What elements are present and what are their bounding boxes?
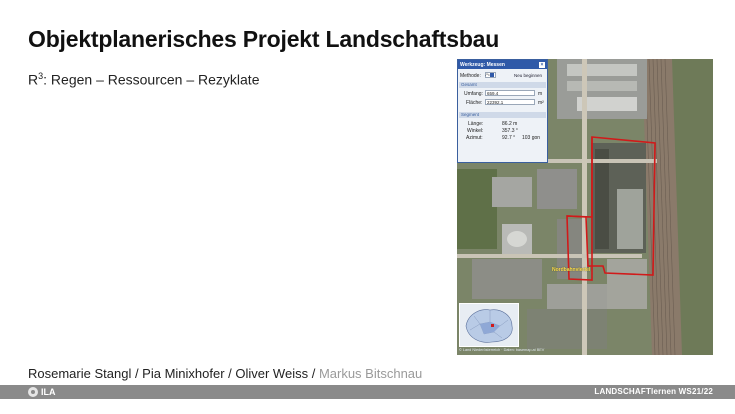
section-gesamt: Gesamt — [459, 82, 546, 88]
section-segment: Segment — [459, 112, 546, 118]
overview-map[interactable] — [459, 303, 519, 347]
methode-selected-icon — [490, 73, 495, 77]
winkel-value: 357.3 ° — [502, 128, 518, 134]
azimut-label: Azimut: — [466, 135, 483, 141]
overview-map-graphic — [465, 309, 513, 343]
flaeche-label: Fläche: — [466, 100, 483, 106]
panel-header: Werkzeug: Messen × — [458, 60, 547, 69]
subtitle-prefix: R — [28, 71, 39, 88]
measure-tool-panel[interactable]: Werkzeug: Messen × Methode: ∕∿ Neu begin… — [457, 59, 548, 163]
umfang-label: Umfang: — [464, 91, 483, 97]
flaeche-field[interactable]: 22392.1 — [485, 99, 535, 105]
flaeche-unit: m² — [538, 100, 544, 106]
map-label: Nordbahnviertel — [552, 267, 591, 273]
winkel-label: Winkel: — [467, 128, 484, 134]
slide-title: Objektplanerisches Projekt Landschaftsba… — [28, 26, 500, 52]
methode-select[interactable]: ∕∿ — [485, 72, 496, 78]
slide-subtitle: R3: Regen – Ressourcen – Rezyklate — [28, 71, 259, 88]
umfang-unit: m — [538, 91, 543, 97]
azimut-gon: 103 gon — [522, 135, 541, 141]
neu-beginnen-button[interactable]: Neu beginnen — [514, 73, 542, 78]
authors-names: Rosemarie Stangl / Pia Minixhofer / Oliv… — [28, 366, 316, 381]
authors-line: Rosemarie Stangl / Pia Minixhofer / Oliv… — [28, 366, 422, 381]
ila-logo: ILA — [28, 386, 56, 398]
umfang-field[interactable]: 659.4 — [485, 90, 535, 96]
authors-muted-name: Markus Bitschnau — [318, 366, 423, 381]
ila-logo-icon — [28, 387, 38, 397]
laenge-value: 86.2 m — [502, 121, 518, 127]
ila-logo-text: ILA — [41, 387, 56, 397]
subtitle-rest: : Regen – Ressourcen – Rezyklate — [43, 71, 260, 88]
laenge-label: Länge: — [468, 121, 484, 127]
footer-bar: ILA LANDSCHAFTlernen WS21/22 — [0, 385, 735, 399]
map-copyright: © Land Niederösterreich · Daten: basemap… — [459, 348, 545, 352]
panel-title: Werkzeug: Messen — [460, 61, 505, 68]
azimut-value: 92.7 ° — [502, 135, 516, 141]
aerial-map[interactable]: Nordbahnviertel Werkzeug: Messen × Metho… — [457, 59, 713, 355]
methode-label: Methode: — [460, 73, 481, 79]
course-label: LANDSCHAFTlernen WS21/22 — [594, 387, 713, 396]
close-icon[interactable]: × — [539, 61, 545, 68]
